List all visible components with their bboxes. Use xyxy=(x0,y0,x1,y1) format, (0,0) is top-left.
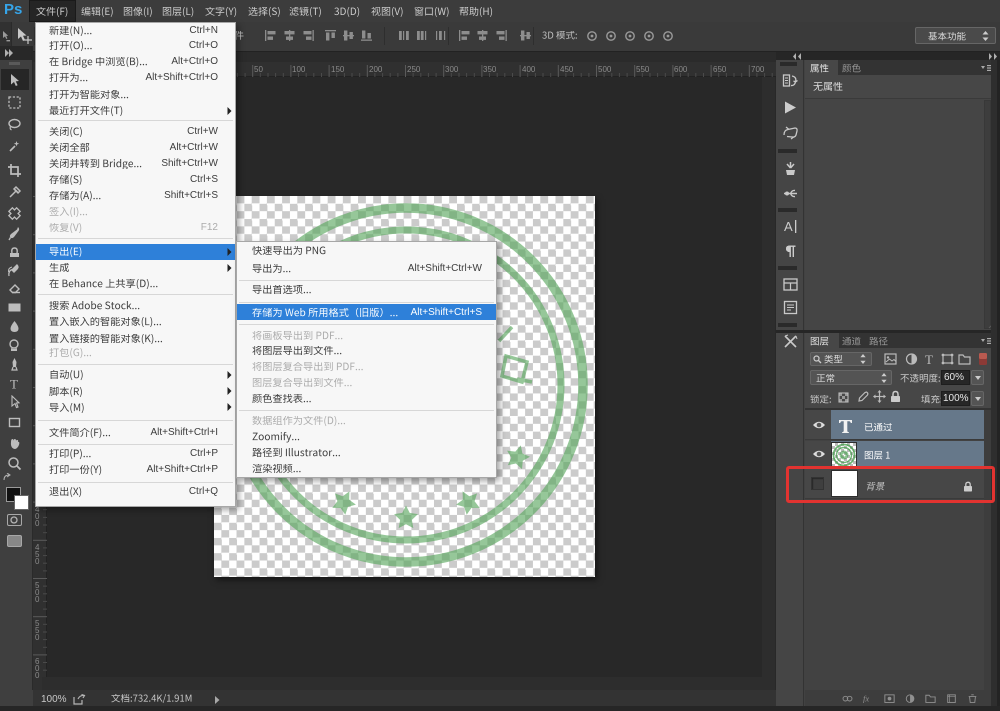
svg-text:T: T xyxy=(10,377,18,392)
svg-text:A: A xyxy=(784,219,793,234)
svg-text:fx: fx xyxy=(863,694,869,703)
svg-text:T: T xyxy=(925,352,933,366)
